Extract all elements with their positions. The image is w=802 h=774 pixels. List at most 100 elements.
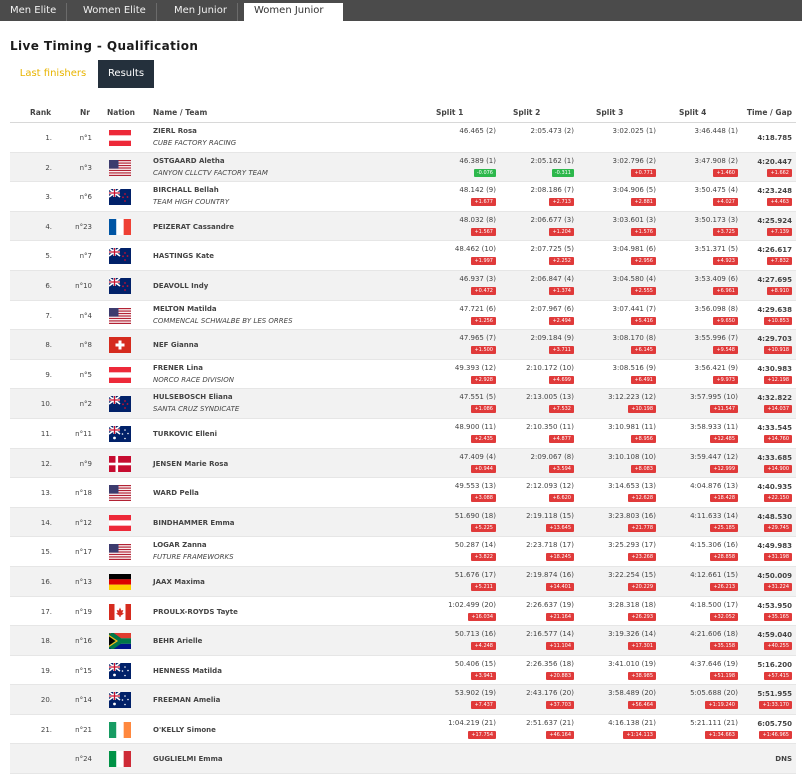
rider-name: BIRCHALL Bellah [153,186,219,195]
split-2-time: 2:19.118 (15) [526,511,574,520]
table-row[interactable]: 8. n°8 NEF Gianna 47.965 (7) +1.500 2:09.184 … [10,330,796,360]
finish-gap-badge: +14.037 [764,405,792,414]
split-2-time: 2:43.176 (20) [526,689,574,698]
table-row[interactable]: 15. n°17 LOGAR Zanna FUTURE FRAMEWORKS 50.28… [10,537,796,567]
table-row[interactable]: 4. n°23 PEIZERAT Cassandre 48.032 (8) +1.567… [10,211,796,242]
split-3-time: 4:16.138 (21) [608,718,656,727]
split-3-gap-badge: +21.778 [628,523,656,532]
table-row[interactable]: n°24 GUGLIELMI Emma DNS [10,744,796,774]
rider-name: TURKOVIC Elleni [153,429,218,438]
split-4-gap-badge: +3.725 [713,227,738,236]
split-2-time: 2:19.874 (16) [526,570,574,579]
split-3-time: 3:04.580 (4) [612,274,656,283]
table-row[interactable]: 2. n°3 OSTGAARD Aletha CANYON CLLCTV FACTOR… [10,152,796,183]
flag-au-icon [109,425,131,442]
split-3-time: 3:10.108 (10) [608,452,656,461]
split-3-time: 3:10.981 (11) [608,422,656,431]
rank-cell: 20. [40,696,52,705]
split-1-time: 48.462 (10) [454,245,496,254]
rider-name: JENSEN Marie Rosa [153,459,229,468]
finish-gap-badge: +10.918 [764,346,792,355]
table-row[interactable]: 11. n°11 TURKOVIC Elleni 48.900 (11) +2.435 2… [10,419,796,449]
table-row[interactable]: 9. n°5 FRENER Lina NORCO RACE DIVISION 49.39… [10,360,796,390]
split-1-time: 50.406 (15) [454,659,496,668]
bib-number: n°12 [75,518,92,527]
table-row[interactable]: 12. n°9 JENSEN Marie Rosa 47.409 (4) +0.944 2… [10,448,796,479]
split-1-time: 50.713 (16) [454,630,496,639]
col-split-3: Split 3 [596,108,624,117]
table-row[interactable]: 19. n°15 HENNESS Matilda 50.406 (15) +3.941 2… [10,656,796,686]
finish-gap-badge: +8.910 [767,286,792,295]
tab-women-junior[interactable]: Women Junior [244,3,343,21]
bib-number: n°6 [79,193,92,202]
last-finishers-button[interactable]: Last finishers [10,60,96,88]
bib-number: n°14 [75,696,92,705]
split-1-gap-badge: +1.500 [471,346,496,355]
tab-men-elite[interactable]: Men Elite [0,3,68,21]
split-2-time: 2:06.847 (4) [530,274,574,283]
table-row[interactable]: 13. n°18 WARD Pella 49.553 (13) +3.088 2:12.0… [10,478,796,508]
table-row[interactable]: 18. n°16 BEHR Arielle 50.713 (16) +4.248 2:16… [10,626,796,656]
results-button[interactable]: Results [98,60,154,88]
bib-number: n°11 [75,429,92,438]
rank-cell: 17. [40,607,52,616]
split-3-time: 3:25.293 (17) [608,541,656,550]
bib-number: n°1 [79,134,92,142]
table-row[interactable]: 5. n°7 HASTINGS Kate 48.462 (10) +1.997 2:07.… [10,241,796,271]
table-row[interactable]: 20. n°14 FREEMAN Amelia 53.902 (19) +7.437 2:… [10,685,796,715]
split-1-gap-badge: +0.944 [471,464,496,473]
split-3-gap-badge: +6.145 [631,346,656,355]
split-1-time: 46.465 (2) [459,127,496,135]
flag-au-icon [109,692,131,709]
split-1-time: 51.690 (18) [454,511,496,520]
split-3-time: 3:02.025 (1) [612,127,656,135]
flag-fr-icon [109,218,131,235]
rank-cell: 1. [45,134,52,142]
bib-number: n°15 [75,666,92,675]
rank-cell: 14. [40,518,52,527]
tab-women-elite[interactable]: Women Elite [73,3,157,21]
split-4-gap-badge: +9.548 [713,346,738,355]
split-1-time: 48.900 (11) [454,422,496,431]
finish-time: 4:18.785 [757,134,792,142]
table-row[interactable]: 21. n°21 O'KELLY Simone 1:04.219 (21) +17.75… [10,715,796,745]
split-2-time: 2:12.093 (12) [526,482,574,491]
table-row[interactable]: 6. n°10 DEAVOLL Indy 46.937 (3) +0.472 2:06.8… [10,270,796,301]
split-3-time: 3:28.318 (18) [608,600,656,609]
split-4-gap-badge: +35.158 [710,642,738,651]
split-2-time: 2:16.577 (14) [526,630,574,639]
finish-time: 4:50.009 [757,571,792,580]
split-2-time: 2:05.473 (2) [530,127,574,135]
split-2-time: 2:23.718 (17) [526,541,574,550]
flag-de-icon [109,573,131,590]
split-2-gap-badge: +20.883 [546,671,574,680]
table-row[interactable]: 10. n°2 HULSEBOSCH Eliana SANTA CRUZ SYNDIC… [10,389,796,419]
table-row[interactable]: 14. n°12 BINDHAMMER Emma 51.690 (18) +5.225 2… [10,507,796,538]
bib-number: n°21 [75,725,92,734]
rider-name: NEF Gianna [153,341,199,350]
rank-cell: 5. [45,252,52,261]
table-row[interactable]: 7. n°4 MELTON Matilda COMMENCAL SCHWALBE BY… [10,301,796,331]
split-4-gap-badge: +6.961 [713,286,738,295]
table-row[interactable]: 1. n°1 ZIERL Rosa CUBE FACTORY RACING 46.465… [10,123,796,153]
split-2-gap-badge: +37.703 [546,701,574,710]
split-4-gap-badge: +51.198 [710,671,738,680]
split-4-gap-badge: +18.428 [710,494,738,503]
table-row[interactable]: 16. n°13 JAAX Maxima 51.676 (17) +5.211 2:19.… [10,566,796,597]
flag-nz-icon [109,248,131,265]
bib-number: n°16 [75,637,92,646]
split-1-time: 48.032 (8) [459,215,496,224]
table-row[interactable]: 17. n°19 PROULX-ROYDS Tayte 1:02.499 (20) +1… [10,597,796,627]
finish-gap-badge: +1:46.965 [759,730,792,739]
split-3-time: 3:07.441 (7) [612,304,656,313]
split-4-gap-badge: +25.185 [710,523,738,532]
team-name: TEAM HIGH COUNTRY [153,198,230,207]
split-2-time: 2:10.350 (11) [526,422,574,431]
split-3-gap-badge: +20.229 [628,582,656,591]
table-row[interactable]: 3. n°6 BIRCHALL Bellah TEAM HIGH COUNTRY 48.… [10,182,796,212]
tab-men-junior[interactable]: Men Junior [164,3,238,21]
finish-time: 4:33.545 [757,423,792,432]
split-2-time: 2:10.172 (10) [526,363,574,372]
split-3-time: 3:23.803 (16) [608,511,656,520]
split-1-gap-badge: +7.437 [471,701,496,710]
